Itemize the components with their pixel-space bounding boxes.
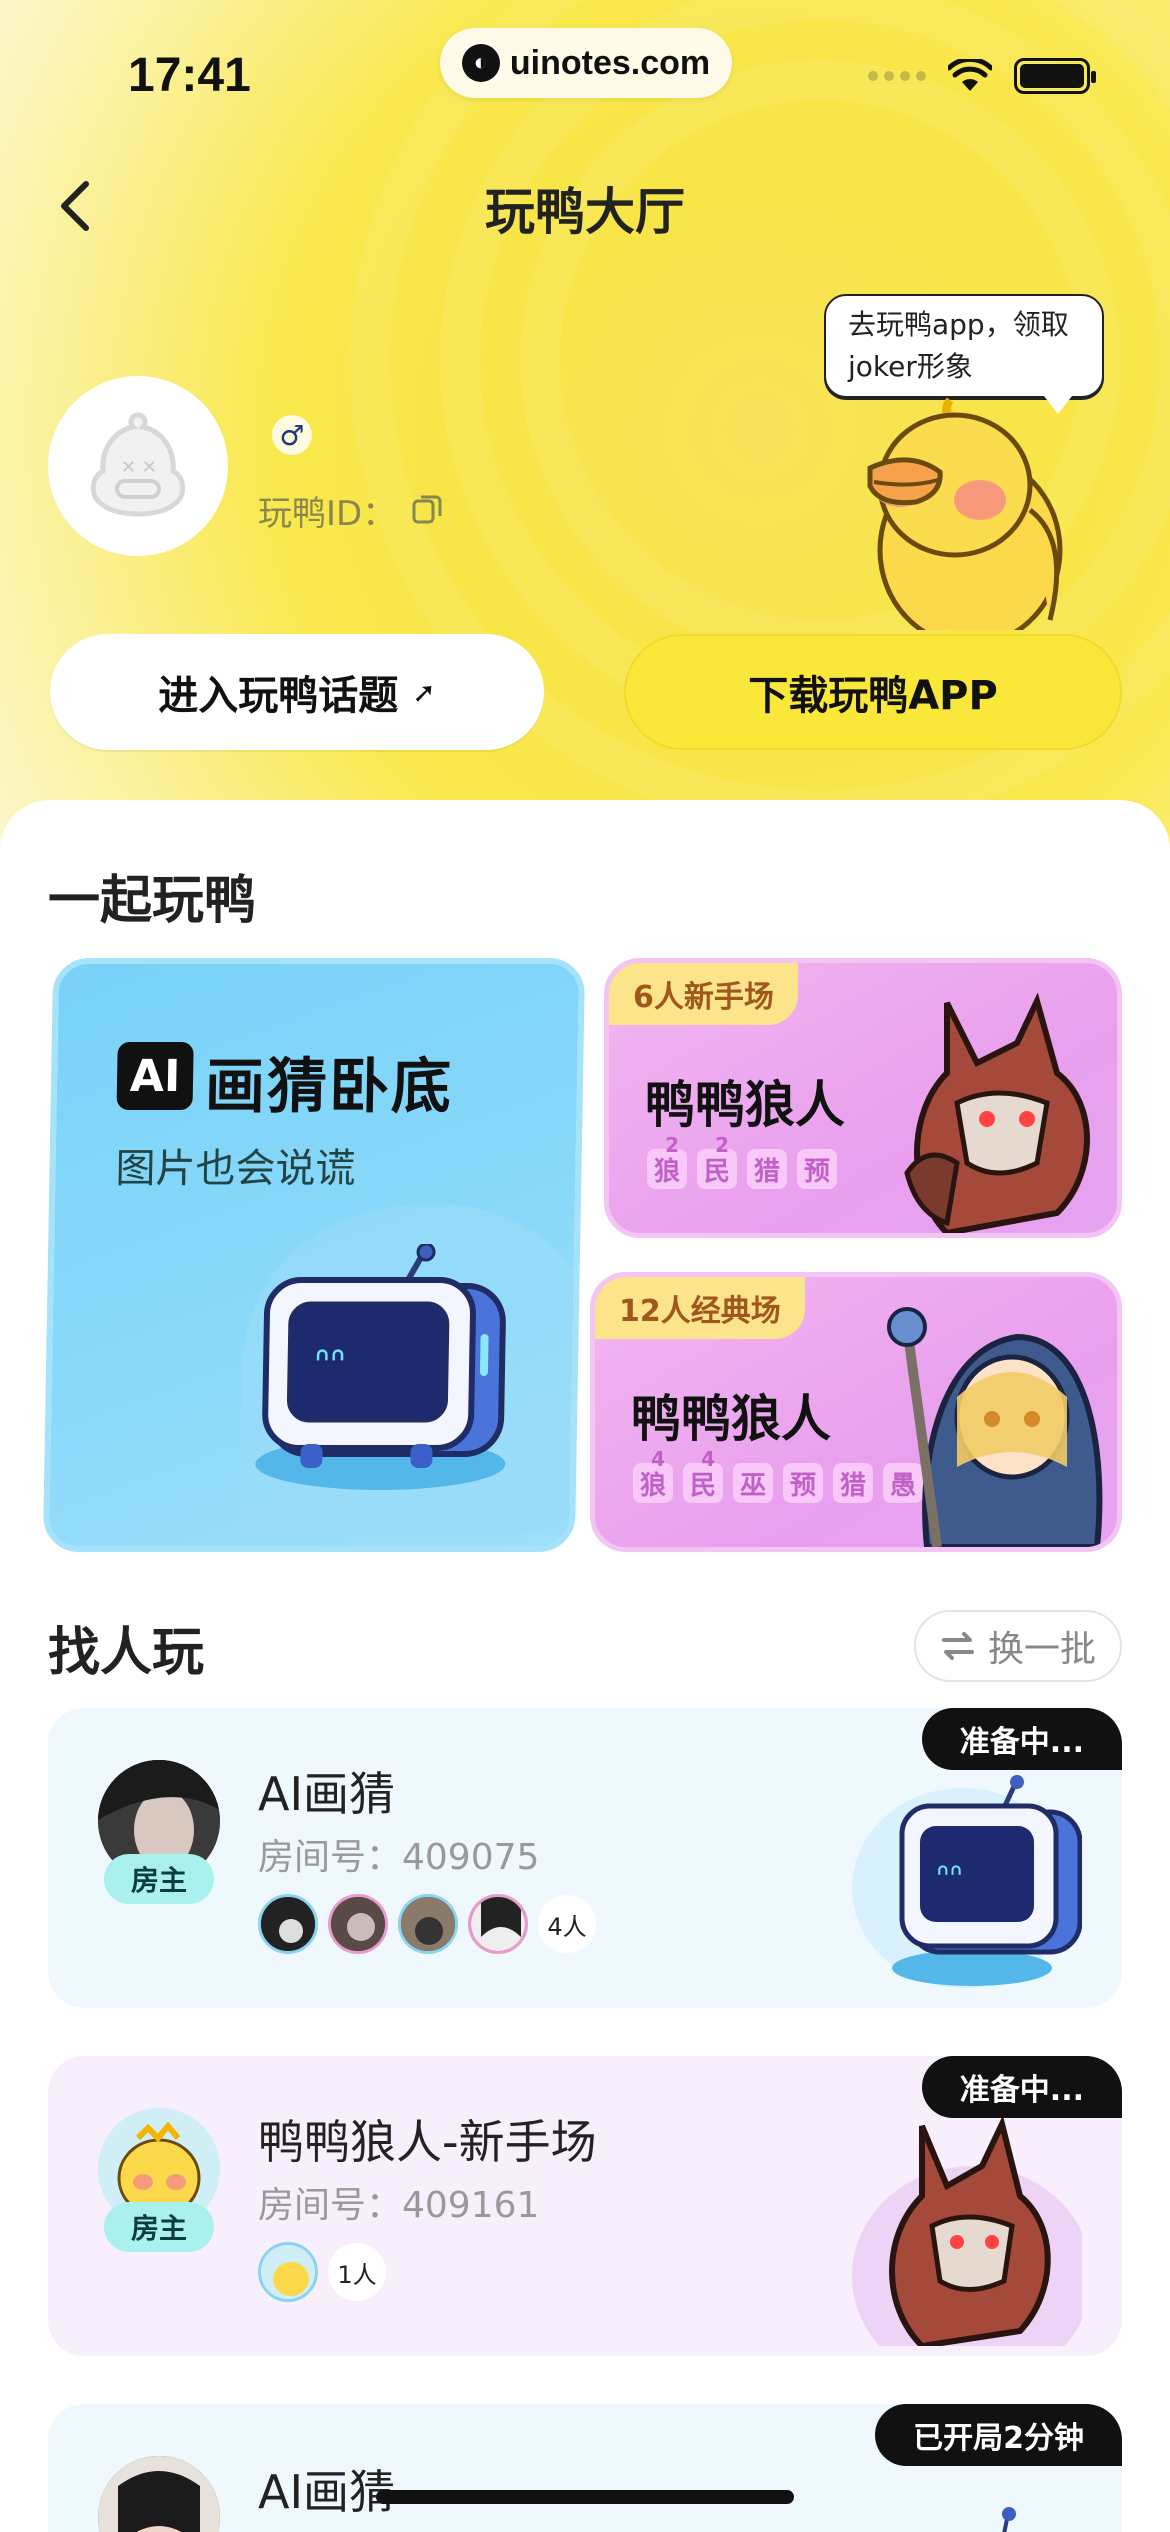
role-chip: 狼2	[647, 1133, 687, 1189]
werewolf-illustration	[904, 993, 1090, 1233]
member-avatar	[258, 1894, 318, 1954]
home-indicator[interactable]	[376, 2490, 794, 2504]
tv-robot-illustration	[1002, 2507, 1016, 2532]
host-badge: 房主	[104, 2202, 214, 2252]
wolf-game-card-novice[interactable]: 6人新手场 鸭鸭狼人 狼2民2猎预	[604, 958, 1122, 1238]
enter-topic-button[interactable]: 进入玩鸭话题 ➚	[50, 634, 544, 750]
member-avatar	[468, 1894, 528, 1954]
wolf-card-title: 鸭鸭狼人	[645, 1076, 845, 1134]
role-chip: 猎	[833, 1463, 873, 1503]
room-status-badge: 已开局2分钟	[875, 2404, 1122, 2466]
host-avatar	[98, 2456, 220, 2532]
room-status-badge: 准备中...	[921, 2056, 1122, 2118]
page-title: 玩鸭大厅	[485, 183, 685, 241]
wolf-card-title: 鸭鸭狼人	[631, 1390, 831, 1448]
user-id-label: 玩鸭ID：	[258, 494, 397, 534]
url-text: uinotes.com	[509, 43, 711, 82]
member-avatar	[328, 1894, 388, 1954]
role-count: 4	[651, 1447, 665, 1471]
role-chip: 预	[797, 1149, 837, 1189]
member-count: 4人	[538, 1895, 596, 1953]
copy-icon[interactable]	[410, 492, 444, 526]
site-logo-icon: ◐	[461, 44, 500, 82]
room-card[interactable]: 准备中... 房主 鸭鸭狼人-新手场 房间号：409161 1人	[48, 2056, 1122, 2356]
battery-icon	[1014, 58, 1096, 94]
role-chip: 民4	[683, 1447, 723, 1503]
werewolf-illustration	[852, 2116, 1082, 2346]
section-title-play-together: 一起玩鸭	[48, 871, 257, 931]
member-avatar	[258, 2242, 318, 2302]
room-number: 房间号：409075	[258, 1837, 540, 1878]
ai-card-subtitle: 图片也会说谎	[115, 1146, 356, 1192]
role-chip: 预	[783, 1463, 823, 1503]
duck-mascot-illustration	[867, 397, 1063, 630]
ai-card-title: 画猜卧底	[204, 1052, 454, 1122]
swap-icon	[941, 1632, 974, 1660]
role-count: 2	[715, 1133, 729, 1157]
duck-placeholder-icon: ✕ ✕	[90, 412, 186, 517]
room-name: 鸭鸭狼人-新手场	[258, 2115, 597, 2169]
room-number: 房间号：409161	[258, 2185, 540, 2226]
role-chip: 巫	[733, 1463, 773, 1503]
tv-robot-illustration: ᐢᐢ	[255, 1244, 506, 1490]
mascot-speech-bubble: 去玩鸭app，领取joker形象	[824, 294, 1104, 414]
member-list: 1人	[258, 2242, 386, 2302]
user-avatar[interactable]: ✕ ✕	[48, 376, 228, 556]
room-card[interactable]: 准备中... 房主 AI画猜 房间号：409075 4人 ᐢᐢ	[48, 1708, 1122, 2008]
status-icons	[868, 58, 1096, 94]
ai-badge: AI	[116, 1042, 194, 1110]
witch-illustration	[887, 1307, 1103, 1547]
enter-topic-label: 进入玩鸭话题	[158, 673, 399, 719]
wifi-icon	[948, 59, 992, 91]
url-pill[interactable]: ◐ uinotes.com	[440, 28, 732, 98]
ai-guess-game-card[interactable]: AI 画猜卧底 图片也会说谎 ᐢᐢ	[42, 958, 586, 1552]
svg-text:ᐢᐢ: ᐢᐢ	[936, 1857, 962, 1897]
member-list: 4人	[258, 1894, 596, 1954]
room-card[interactable]: 已开局2分钟 AI画猜	[48, 2404, 1122, 2532]
signal-icon	[868, 71, 926, 81]
room-status-badge: 准备中...	[921, 1708, 1122, 1770]
arrow-icon: ➚	[412, 675, 436, 709]
room-name: AI画猜	[258, 2465, 396, 2519]
role-chip: 民2	[697, 1133, 737, 1189]
gender-male-icon: ♂	[272, 415, 312, 455]
role-chip: 猎	[747, 1149, 787, 1189]
refresh-label: 换一批	[987, 1629, 1096, 1670]
wolf-card-tag: 12人经典场	[595, 1277, 805, 1339]
svg-text:✕ ✕: ✕ ✕	[121, 457, 157, 478]
status-time: 17:41	[128, 49, 251, 102]
role-chip-row: 狼4民4巫预猎愚	[633, 1447, 923, 1503]
member-count: 1人	[328, 2243, 386, 2301]
wolf-game-card-classic[interactable]: 12人经典场 鸭鸭狼人 狼4民4巫预猎愚	[590, 1272, 1122, 1552]
wolf-card-tag: 6人新手场	[609, 963, 798, 1025]
role-chip: 狼4	[633, 1447, 673, 1503]
role-count: 4	[701, 1447, 715, 1471]
room-name: AI画猜	[258, 1767, 396, 1821]
member-avatar	[398, 1894, 458, 1954]
refresh-batch-button[interactable]: 换一批	[914, 1610, 1122, 1682]
role-chip-row: 狼2民2猎预	[647, 1133, 837, 1189]
section-title-find-players: 找人玩	[48, 1623, 205, 1683]
download-app-button[interactable]: 下载玩鸭APP	[624, 634, 1122, 750]
host-badge: 房主	[104, 1854, 214, 1904]
tv-robot-illustration: ᐢᐢ	[852, 1775, 1082, 1988]
svg-text:ᐢᐢ: ᐢᐢ	[314, 1340, 346, 1386]
role-count: 2	[665, 1133, 679, 1157]
